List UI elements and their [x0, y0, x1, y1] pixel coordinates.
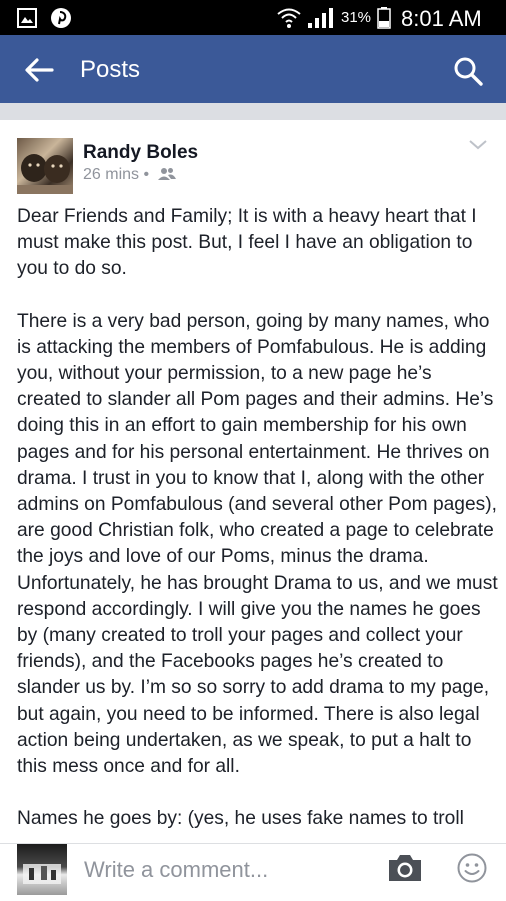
comment-input[interactable]: [84, 854, 364, 886]
gallery-icon: [17, 8, 37, 28]
author-avatar[interactable]: [17, 138, 73, 194]
camera-icon[interactable]: [386, 852, 424, 884]
status-bar: 31% 8:01 AM: [0, 0, 506, 35]
status-time: 8:01 AM: [401, 6, 482, 31]
chevron-down-icon[interactable]: [468, 138, 488, 152]
page-title: Posts: [80, 56, 141, 83]
post-body: Dear Friends and Family; It is with a he…: [17, 204, 499, 843]
author-name[interactable]: Randy Boles: [83, 142, 198, 164]
feed-separator: [0, 103, 506, 120]
battery-percent: 31%: [341, 9, 372, 26]
post-card: Randy Boles 26 mins • Dear Friends and F…: [0, 120, 506, 843]
friends-icon: [157, 168, 176, 180]
meta-separator: •: [143, 166, 150, 183]
user-avatar: [17, 844, 67, 895]
app-bar: Posts: [0, 35, 506, 103]
post-time[interactable]: 26 mins: [83, 166, 139, 183]
post-paragraph: Names he goes by: (yes, he uses fake nam…: [17, 808, 464, 830]
search-icon[interactable]: [452, 55, 484, 87]
signal-icon: [308, 8, 333, 28]
wifi-icon: [277, 8, 301, 28]
battery-icon: [377, 7, 391, 29]
post-meta: 26 mins •: [83, 166, 176, 184]
post-paragraph: Dear Friends and Family; It is with a he…: [17, 206, 477, 280]
pinterest-icon: [51, 8, 71, 28]
arrow-left-icon[interactable]: [22, 55, 56, 85]
post-paragraph: There is a very bad person, going by man…: [17, 310, 498, 778]
comment-composer: [0, 843, 506, 901]
smiley-icon[interactable]: [456, 852, 488, 884]
